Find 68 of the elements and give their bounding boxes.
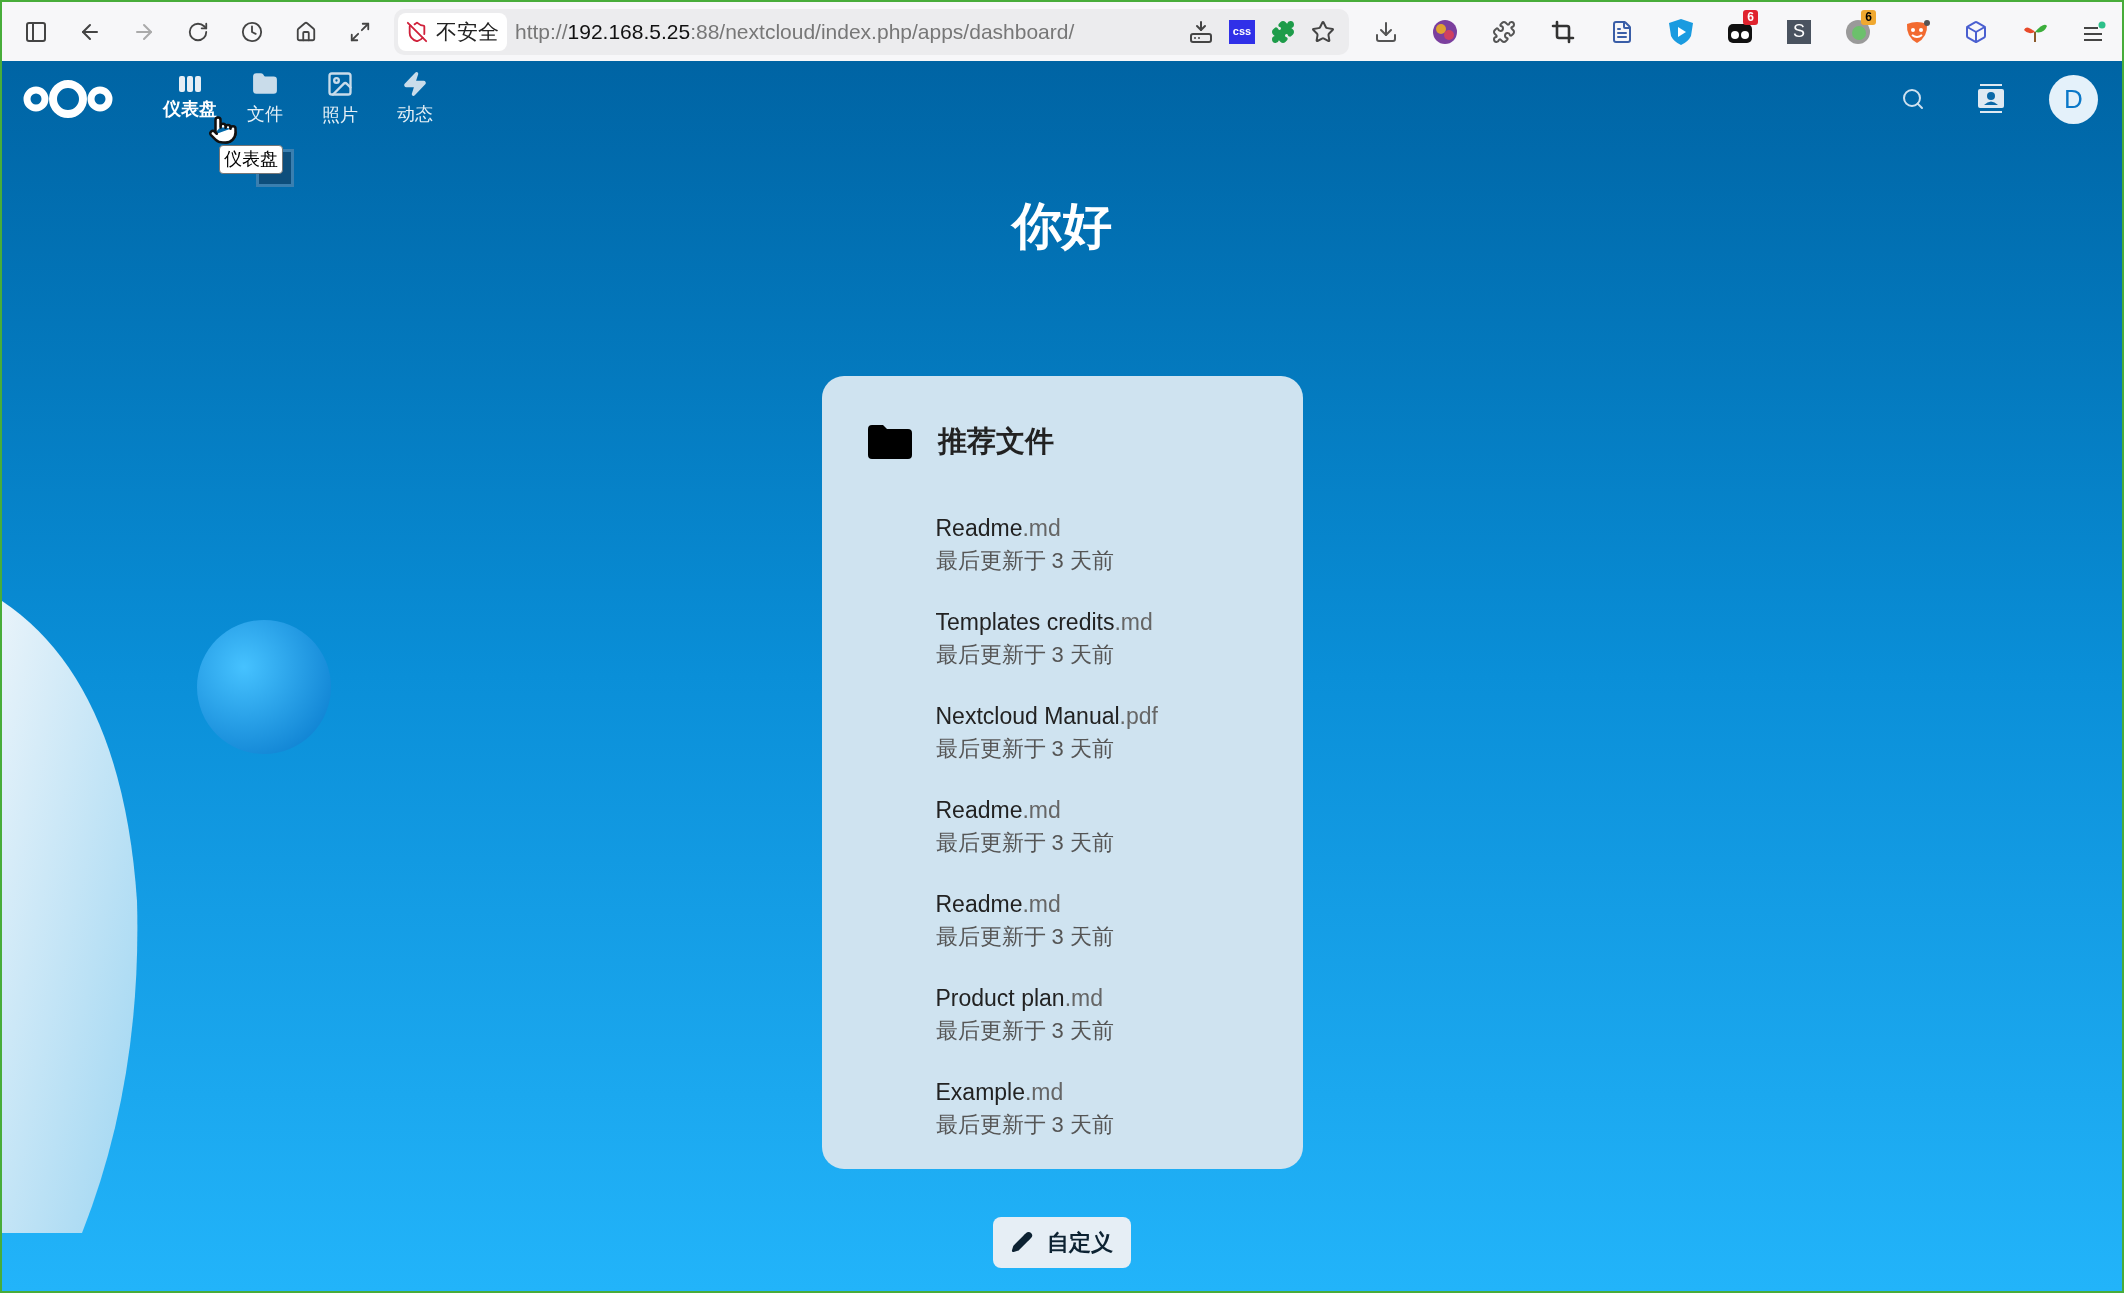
- nav-item[interactable]: 仪表盘: [152, 69, 227, 129]
- menu-icon: [2081, 20, 2107, 43]
- file-item[interactable]: Example.md 最后更新于 3 天前: [935, 1077, 1257, 1139]
- pencil-icon: [1011, 1231, 1033, 1253]
- url-text: http://192.168.5.25:88/nextcloud/index.php/apps/dashboard/: [515, 18, 1075, 45]
- install-icon: [1189, 19, 1213, 44]
- clock-icon: [241, 20, 263, 43]
- file-name: Readme.md: [935, 513, 1062, 542]
- file-modified: 最后更新于 3 天前: [935, 1016, 1115, 1045]
- file-name: Readme.md: [935, 795, 1062, 824]
- crop-icon: [1551, 19, 1575, 44]
- search-icon: [1901, 87, 1925, 111]
- shield-icon: [1668, 17, 1694, 46]
- mask-icon: [1904, 18, 1930, 45]
- home-icon: [295, 20, 317, 43]
- user-avatar[interactable]: D: [2049, 74, 2098, 124]
- extension-button[interactable]: 6: [1836, 9, 1880, 54]
- sidebar-icon: [24, 19, 48, 44]
- shield-off-icon: [406, 20, 428, 43]
- file-name: Example.md: [935, 1077, 1065, 1106]
- file-item[interactable]: Product plan.md 最后更新于 3 天前: [935, 983, 1257, 1045]
- expand-icon: [349, 20, 371, 43]
- lightning-icon: [401, 70, 428, 97]
- reload-icon: [187, 20, 209, 43]
- security-label: 不安全: [436, 18, 499, 45]
- file-modified: 最后更新于 3 天前: [935, 734, 1115, 763]
- notification-badge: 6: [1861, 9, 1876, 25]
- widget-title: 推荐文件: [937, 424, 1054, 459]
- star-icon: [1311, 19, 1335, 44]
- tooltip: 仪表盘: [219, 145, 283, 174]
- document-icon: [1610, 19, 1634, 44]
- folder-icon: [867, 424, 912, 459]
- file-modified: 最后更新于 3 天前: [935, 546, 1115, 575]
- css-extension-button[interactable]: css: [1229, 19, 1255, 44]
- nav-item[interactable]: 照片: [302, 69, 377, 129]
- extension-icon: S: [1787, 19, 1811, 44]
- image-icon: [325, 69, 354, 98]
- file-item[interactable]: Readme.md 最后更新于 3 天前: [935, 889, 1257, 951]
- file-modified: 最后更新于 3 天前: [935, 922, 1115, 951]
- nav-item[interactable]: 动态: [377, 69, 452, 129]
- customize-button[interactable]: 自定义: [993, 1216, 1131, 1268]
- file-name: Templates credits.md: [935, 607, 1154, 636]
- logo-icon: [22, 79, 114, 119]
- greeting-heading: 你好: [1012, 197, 1112, 256]
- extension-button[interactable]: 6: [1718, 9, 1762, 54]
- puzzle-icon: [1271, 19, 1295, 44]
- download-icon: [1374, 19, 1398, 44]
- notification-badge: 6: [1743, 9, 1758, 25]
- file-modified: 最后更新于 3 天前: [935, 828, 1115, 857]
- file-name: Readme.md: [935, 889, 1062, 918]
- file-item[interactable]: Readme.md 最后更新于 3 天前: [935, 795, 1257, 857]
- file-item[interactable]: Readme.md 最后更新于 3 天前: [935, 513, 1257, 575]
- file-name: Nextcloud Manual.pdf: [935, 701, 1159, 730]
- file-modified: 最后更新于 3 天前: [935, 640, 1115, 669]
- address-bar[interactable]: 不安全 http://192.168.5.25:88/nextcloud/index.php/apps/dashboard/ css: [394, 8, 1349, 55]
- folder-icon: [251, 70, 278, 97]
- file-item[interactable]: Nextcloud Manual.pdf 最后更新于 3 天前: [935, 701, 1257, 763]
- file-modified: 最后更新于 3 天前: [935, 1110, 1115, 1139]
- file-name: Product plan.md: [935, 983, 1104, 1012]
- puzzle-icon: [1492, 19, 1516, 44]
- nav-item[interactable]: 文件: [227, 69, 302, 129]
- security-indicator[interactable]: 不安全: [398, 12, 507, 51]
- extension-button[interactable]: S: [1777, 9, 1821, 54]
- cube-icon: [1964, 19, 1988, 44]
- file-item[interactable]: Templates credits.md 最后更新于 3 天前: [935, 607, 1257, 669]
- extension-icon: [1432, 18, 1458, 45]
- contacts-icon: [1978, 84, 2004, 114]
- dashboard-icon: [178, 75, 201, 92]
